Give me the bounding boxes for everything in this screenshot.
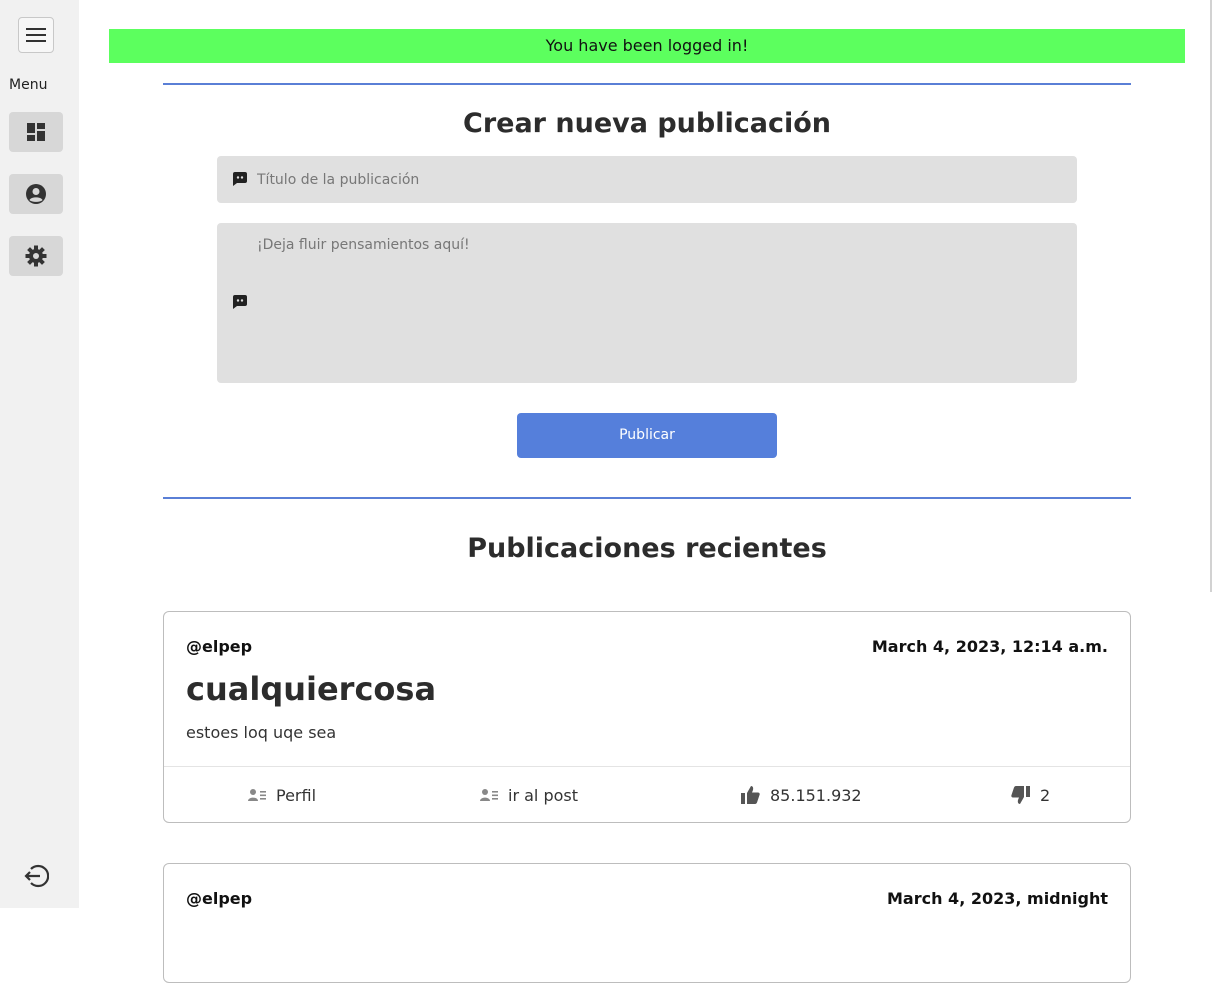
post-body-field[interactable] xyxy=(217,223,1077,383)
post-title-field[interactable] xyxy=(217,156,1077,203)
sidebar-item-dashboard[interactable] xyxy=(9,112,63,152)
divider xyxy=(163,497,1131,499)
like-button[interactable]: 85.151.932 xyxy=(741,767,862,823)
post-title: cualquiercosa xyxy=(186,670,437,708)
post-author[interactable]: @elpep xyxy=(186,889,252,908)
thumbs-up-icon xyxy=(741,786,760,804)
user-list-icon xyxy=(480,789,498,801)
logout-icon xyxy=(24,864,49,888)
chat-bubble-icon xyxy=(233,172,247,186)
go-to-post-label: ir al post xyxy=(508,785,578,805)
user-list-icon xyxy=(248,789,266,801)
chat-bubble-icon xyxy=(233,295,247,309)
publish-button[interactable]: Publicar xyxy=(517,413,777,458)
post-title-input[interactable] xyxy=(257,156,1067,203)
login-success-alert: You have been logged in! xyxy=(109,29,1185,63)
post-date: March 4, 2023, 12:14 a.m. xyxy=(871,637,1108,656)
sidebar-item-settings[interactable] xyxy=(9,236,63,276)
post-card: @elpep March 4, 2023, 12:14 a.m. cualqui… xyxy=(163,611,1131,823)
profile-icon xyxy=(26,184,46,204)
post-date: March 4, 2023, midnight xyxy=(887,889,1108,908)
logout-button[interactable] xyxy=(22,862,50,890)
sidebar-item-profile[interactable] xyxy=(9,174,63,214)
recent-posts-heading: Publicaciones recientes xyxy=(467,533,827,564)
post-footer: Perfil ir al post 85.151.932 2 xyxy=(164,766,1130,822)
menu-toggle-button[interactable] xyxy=(18,17,54,53)
divider xyxy=(163,83,1131,85)
go-to-post-link[interactable]: ir al post xyxy=(480,767,578,823)
post-author[interactable]: @elpep xyxy=(186,637,252,656)
thumbs-down-icon xyxy=(1011,786,1030,804)
menu-label: Menu xyxy=(9,77,48,93)
post-body: estoes loq uqe sea xyxy=(186,723,337,742)
like-count: 85.151.932 xyxy=(770,785,862,805)
dislike-count: 2 xyxy=(1040,785,1051,805)
sidebar: Menu xyxy=(0,0,79,908)
profile-link-label: Perfil xyxy=(276,785,317,805)
main-content: You have been logged in! Crear nueva pub… xyxy=(79,0,1212,983)
dislike-button[interactable]: 2 xyxy=(1011,767,1050,823)
gear-icon xyxy=(25,245,47,267)
dashboard-icon xyxy=(27,123,45,141)
profile-link[interactable]: Perfil xyxy=(248,767,316,823)
create-post-heading: Crear nueva publicación xyxy=(463,108,831,139)
post-body-textarea[interactable] xyxy=(257,237,1067,377)
hamburger-icon xyxy=(26,28,46,42)
post-card: @elpep March 4, 2023, midnight xyxy=(163,863,1131,983)
